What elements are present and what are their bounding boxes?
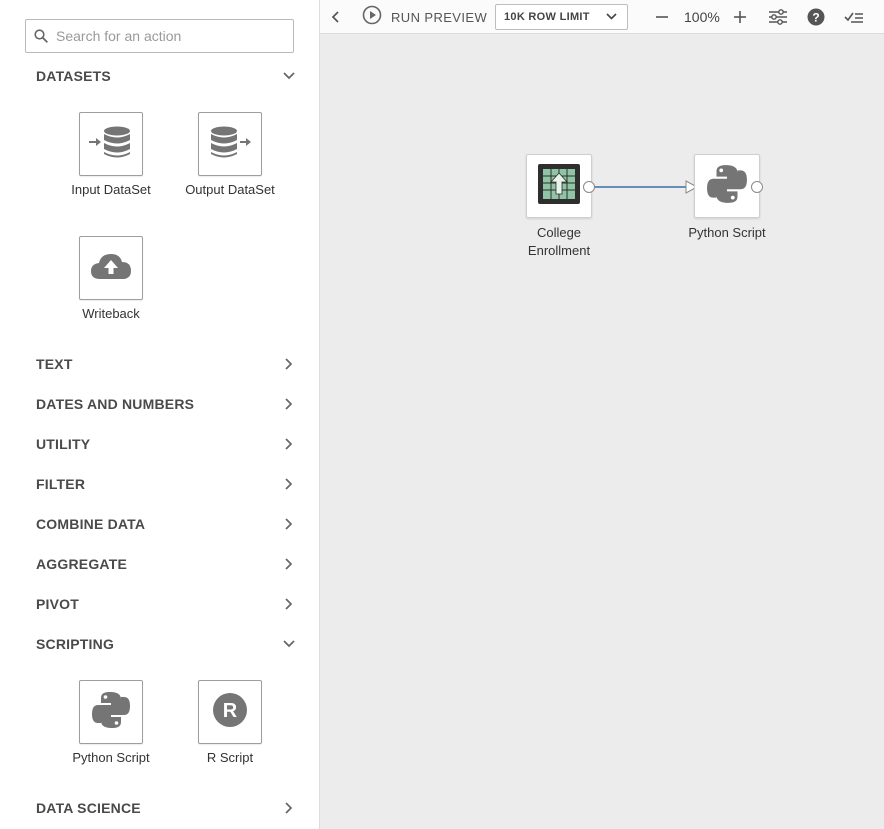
section-data-science[interactable]: DATA SCIENCE [0,788,319,828]
tile-box [79,236,143,300]
tile-label: Writeback [82,306,140,321]
tile-box [79,680,143,744]
tile-python-script[interactable]: Python Script [46,680,176,765]
tile-box [79,112,143,176]
action-sidebar: DATASETS Input DataSet [0,0,320,829]
tile-label: Output DataSet [185,182,275,197]
output-dataset-icon [208,125,252,164]
section-utility[interactable]: UTILITY [0,424,319,464]
section-label: DATASETS [36,68,111,84]
search-icon [26,20,56,52]
tile-input-dataset[interactable]: Input DataSet [46,112,176,197]
input-dataset-icon [89,125,133,164]
tile-output-dataset[interactable]: Output DataSet [165,112,295,197]
section-label: UTILITY [36,436,91,452]
tile-r-script[interactable]: R R Script [165,680,295,765]
section-label: DATA SCIENCE [36,800,141,816]
cloud-upload-icon [90,251,132,286]
section-aggregate[interactable]: AGGREGATE [0,544,319,584]
python-icon [706,163,748,210]
section-label: PIVOT [36,596,80,612]
chevron-right-icon [282,397,296,411]
chevron-down-icon [282,637,296,651]
tile-box [198,112,262,176]
section-label: AGGREGATE [36,556,127,572]
node-label: Python Script [688,225,766,240]
section-scripting[interactable]: SCRIPTING [0,624,319,664]
section-text[interactable]: TEXT [0,344,319,384]
dataset-spreadsheet-icon [538,163,580,209]
node-label-line1: College [536,225,582,240]
node-college-enrollment[interactable]: College Enrollment [504,154,614,260]
tile-label: R Script [206,750,254,765]
chevron-right-icon [282,801,296,815]
node-label: College Enrollment [504,224,614,260]
tile-label: Input DataSet [71,182,151,197]
tile-writeback[interactable]: Writeback [46,236,176,321]
tile-label: Python Script [72,750,150,765]
r-script-icon: R [211,691,249,734]
chevron-right-icon [282,517,296,531]
section-pivot[interactable]: PIVOT [0,584,319,624]
chevron-down-icon [282,69,296,83]
node-python-script[interactable]: Python Script [672,154,782,242]
section-label: FILTER [36,476,86,492]
section-label: COMBINE DATA [36,516,146,532]
search-box[interactable] [25,19,294,53]
chevron-right-icon [282,477,296,491]
chevron-right-icon [282,597,296,611]
output-port[interactable] [583,181,595,193]
output-port[interactable] [751,181,763,193]
chevron-right-icon [282,357,296,371]
section-combine-data[interactable]: COMBINE DATA [0,504,319,544]
tile-box: R [198,680,262,744]
node-label-line2: Enrollment [527,243,591,258]
section-dates-and-numbers[interactable]: DATES AND NUMBERS [0,384,319,424]
search-input[interactable] [56,28,286,44]
section-filter[interactable]: FILTER [0,464,319,504]
python-icon [91,690,131,735]
chevron-right-icon [282,437,296,451]
section-label: SCRIPTING [36,636,115,652]
chevron-right-icon [282,557,296,571]
section-datasets[interactable]: DATASETS [0,56,319,96]
svg-text:R: R [223,700,238,722]
dataflow-canvas[interactable]: RUN PREVIEW 10K ROW LIMIT 100% ? College… [320,0,884,829]
section-label: TEXT [36,356,73,372]
section-label: DATES AND NUMBERS [36,396,195,412]
